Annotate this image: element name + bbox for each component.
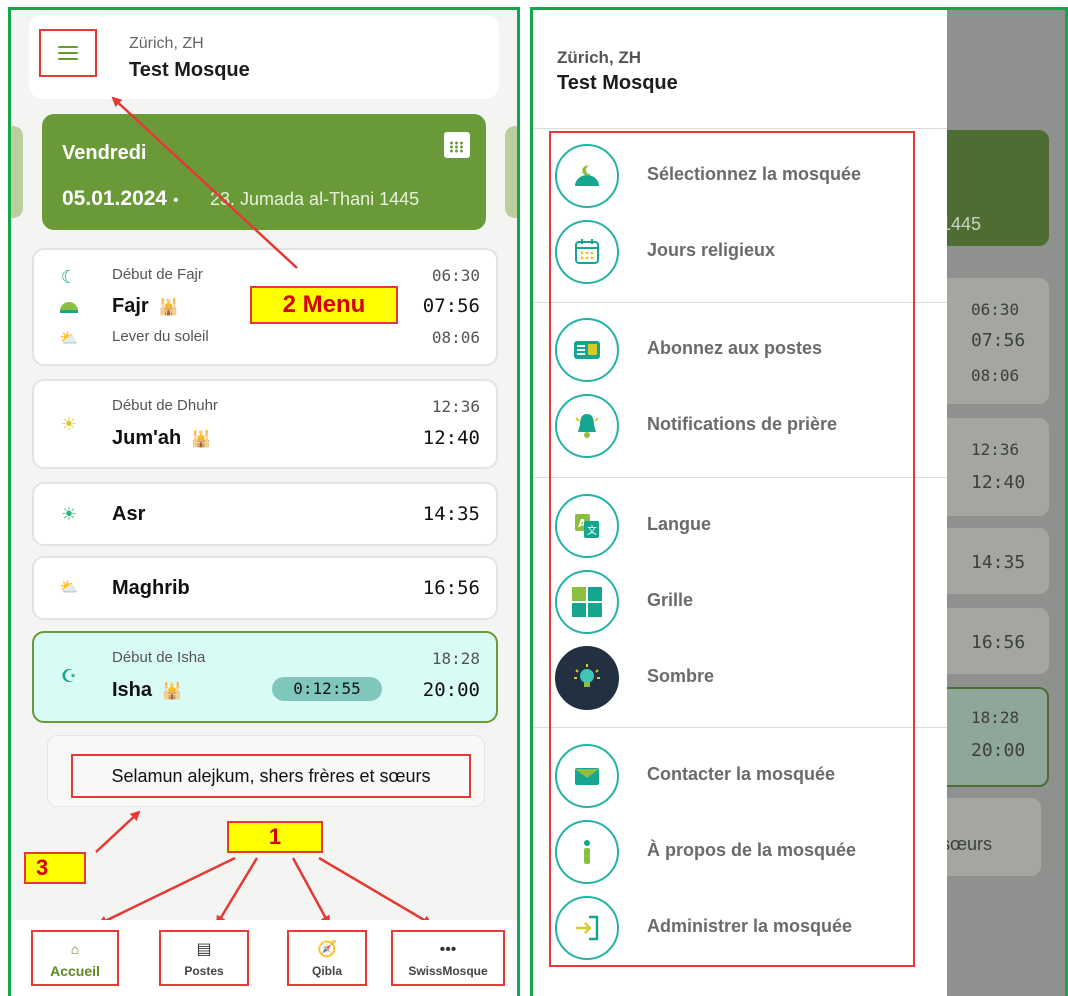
overlay-dhuhr-begin: 12:36	[971, 440, 1020, 459]
gregorian-date: 05.01.2024 •	[62, 187, 179, 210]
asr-time: 14:35	[422, 503, 480, 525]
fajr-name: Fajr 🕌	[112, 295, 179, 317]
drawer-screen: 1445 06:30 07:56 08:06 12:36 12:40 14:35…	[530, 7, 1068, 996]
translate-icon: A文	[555, 494, 619, 558]
header-card: Zürich, ZH Test Mosque	[29, 15, 499, 99]
sunrise-label: Lever du soleil	[112, 328, 209, 345]
mosque-mini-icon: 🕌	[191, 431, 212, 448]
overlay-sunrise: 08:06	[971, 366, 1020, 385]
mosque-name: Test Mosque	[129, 59, 250, 81]
date-card[interactable]: Vendredi 05.01.2024 • 23. Jumada al-Than…	[42, 114, 486, 230]
mosque-icon	[555, 144, 619, 208]
dhuhr-time: 12:40	[422, 427, 480, 449]
drawer-item-about[interactable]: À propos de la mosquée	[555, 820, 915, 884]
hijri-date: 23. Jumada al-Thani 1445	[210, 189, 420, 209]
overlay-asr: 14:35	[971, 552, 1026, 573]
weekday: Vendredi	[62, 142, 147, 164]
drawer-item-contact[interactable]: Contacter la mosquée	[555, 744, 915, 808]
document-icon: ▤	[196, 940, 212, 958]
login-icon	[555, 896, 619, 960]
fajr-begin-time: 06:30	[431, 266, 480, 285]
overlay-dhuhr-card	[937, 418, 1049, 516]
isha-begin-time: 18:28	[431, 649, 480, 668]
nav-accueil[interactable]: ⌂ Accueil	[31, 930, 119, 986]
annotation-greeting: 3	[24, 852, 86, 884]
isha-begin-label: Début de Isha	[112, 649, 206, 666]
calendar-icon	[555, 220, 619, 284]
overlay-isha-begin: 18:28	[971, 708, 1020, 727]
drawer-item-prayer-notifications[interactable]: Notifications de prière	[555, 394, 915, 458]
dhuhr-begin-time: 12:36	[431, 397, 480, 416]
calendar-icon[interactable]	[444, 132, 470, 158]
bottom-nav: ⌂ Accueil ▤ Postes 🧭 Qibla ••• SwissMosq…	[11, 920, 517, 996]
location-city: Zürich, ZH	[129, 35, 204, 52]
news-icon	[555, 318, 619, 382]
mail-icon	[555, 744, 619, 808]
divider	[533, 128, 947, 129]
grid-icon	[555, 570, 619, 634]
greeting-text: Selamun alejkum, shers frères et sœurs	[71, 754, 471, 798]
prayer-card-dhuhr[interactable]: Début de Dhuhr 12:36 ☀ Jum'ah 🕌 12:40	[32, 379, 498, 469]
mosque-mini-icon: 🕌	[162, 683, 182, 700]
more-icon: •••	[439, 940, 457, 958]
navigation-drawer: Zürich, ZH Test Mosque Sélectionnez la m…	[533, 10, 947, 996]
annotation-menu: 2 Menu	[250, 286, 398, 324]
overlay-maghrib: 16:56	[971, 632, 1026, 653]
overlay-fajr-begin: 06:30	[971, 300, 1020, 319]
home-screen: Zürich, ZH Test Mosque Vendredi 05.01.20…	[8, 7, 520, 996]
mosque-mini-icon: 🕌	[158, 299, 179, 316]
nav-swissmosque[interactable]: ••• SwissMosque	[391, 930, 505, 986]
hamburger-icon	[58, 46, 78, 60]
svg-text:文: 文	[587, 524, 597, 537]
countdown-badge: 0:12:55	[272, 677, 382, 701]
sunrise-icon: ⛅	[59, 330, 79, 347]
bulb-icon	[555, 646, 619, 710]
drawer-item-religious-days[interactable]: Jours religieux	[555, 220, 915, 284]
drawer-item-select-mosque[interactable]: Sélectionnez la mosquée	[555, 144, 915, 208]
isha-name: Isha 🕌	[112, 679, 182, 701]
prev-date-card[interactable]	[11, 126, 23, 218]
annotation-nav: 1	[227, 821, 323, 853]
prayer-card-isha[interactable]: Début de Isha 18:28 ☪ Isha 🕌 20:00 0:12:5…	[32, 631, 498, 723]
dhuhr-name: Jum'ah 🕌	[112, 427, 212, 449]
scrim-overlay[interactable]: 1445 06:30 07:56 08:06 12:36 12:40 14:35…	[937, 10, 1065, 996]
drawer-item-dark-mode[interactable]: Sombre	[555, 646, 915, 710]
compass-icon: 🧭	[317, 940, 337, 958]
drawer-item-subscribe-posts[interactable]: Abonnez aux postes	[555, 318, 915, 382]
home-icon: ⌂	[70, 940, 80, 957]
crescent-icon: ☾	[60, 267, 78, 287]
menu-button[interactable]	[39, 29, 97, 77]
drawer-mosque-name: Test Mosque	[557, 72, 678, 94]
overlay-isha: 20:00	[971, 740, 1026, 761]
bell-icon	[555, 394, 619, 458]
prayer-card-asr[interactable]: ☀ Asr 14:35	[32, 482, 498, 546]
isha-time: 20:00	[422, 679, 480, 701]
prayer-card-maghrib[interactable]: ⛅ Maghrib 16:56	[32, 556, 498, 620]
fajr-begin-label: Début de Fajr	[112, 266, 203, 283]
fajr-time: 07:56	[422, 295, 480, 317]
drawer-city: Zürich, ZH	[557, 48, 642, 67]
overlay-hijri-year: 1445	[941, 214, 982, 234]
nav-postes[interactable]: ▤ Postes	[159, 930, 249, 986]
maghrib-name: Maghrib	[112, 577, 190, 599]
maghrib-time: 16:56	[422, 577, 480, 599]
overlay-greeting-tail: sœurs	[941, 834, 992, 854]
overlay-dhuhr: 12:40	[971, 472, 1026, 493]
overlay-fajr: 07:56	[971, 330, 1026, 351]
nav-qibla[interactable]: 🧭 Qibla	[287, 930, 367, 986]
sunrise-time: 08:06	[431, 328, 480, 347]
dhuhr-begin-label: Début de Dhuhr	[112, 397, 218, 414]
asr-name: Asr	[112, 503, 146, 525]
greeting-card[interactable]: Selamun alejkum, shers frères et sœurs	[47, 735, 485, 807]
next-date-card[interactable]	[505, 126, 517, 218]
info-icon	[555, 820, 619, 884]
overlay-isha-card	[937, 687, 1049, 787]
dawn-icon	[58, 295, 80, 317]
drawer-item-grid[interactable]: Grille	[555, 570, 915, 634]
drawer-item-admin[interactable]: Administrer la mosquée	[555, 896, 915, 960]
drawer-item-language[interactable]: A文 Langue	[555, 494, 915, 558]
